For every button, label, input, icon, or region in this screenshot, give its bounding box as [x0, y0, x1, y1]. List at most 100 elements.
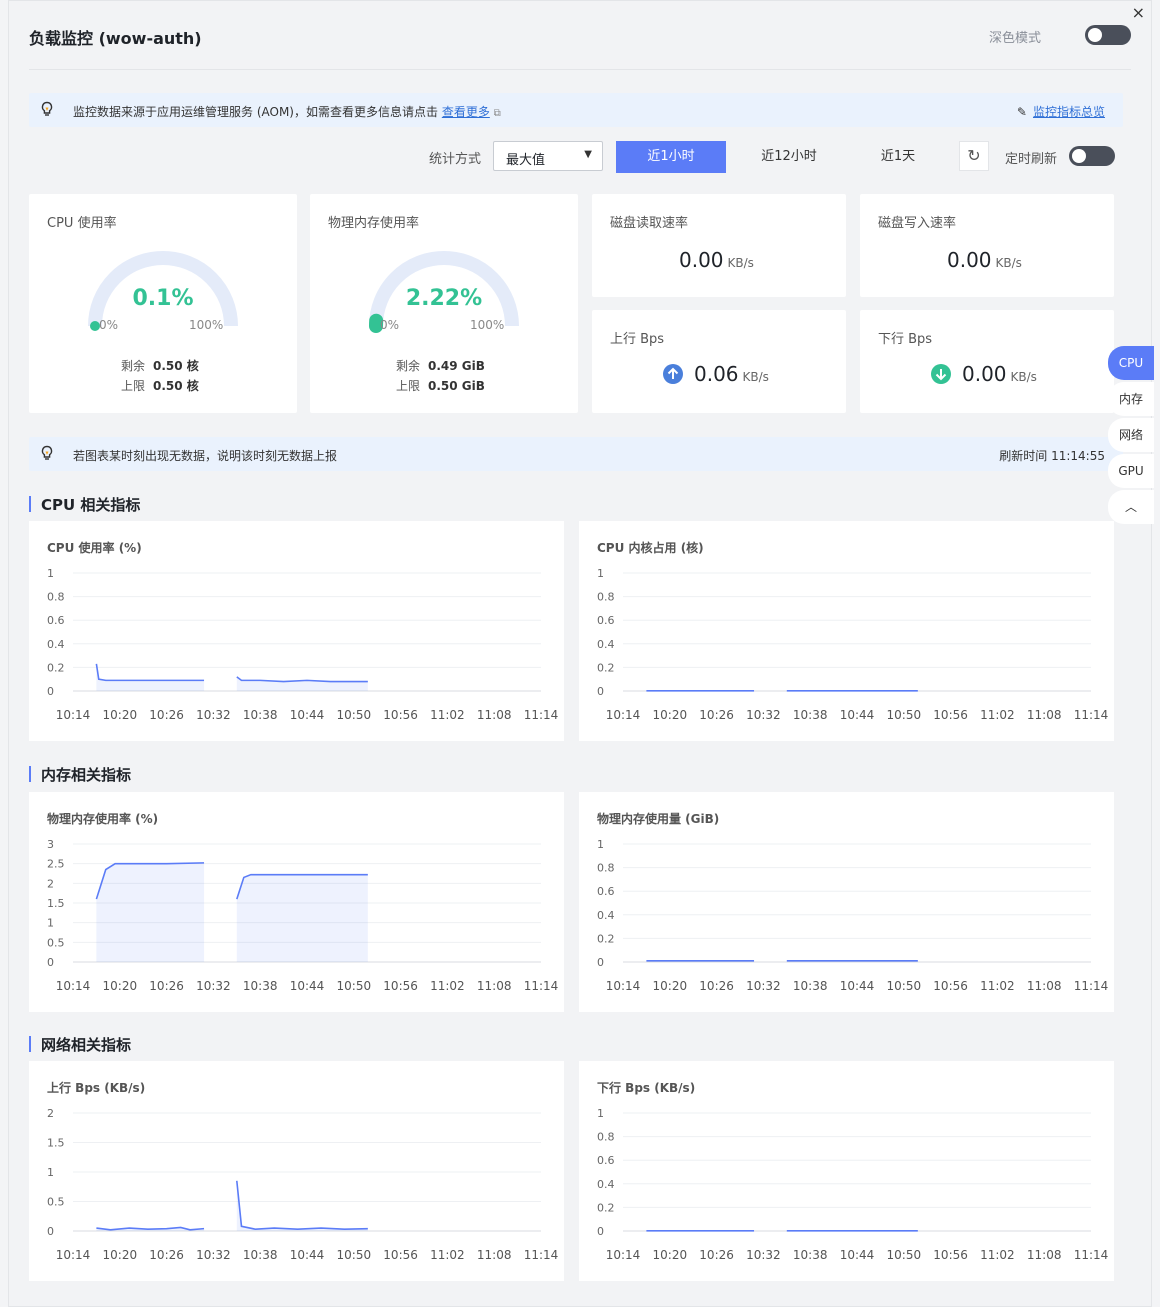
range-12h-button[interactable]: 近12小时 — [734, 141, 844, 173]
x-tick-label: 10:44 — [290, 708, 325, 722]
upstream-chart-card: 上行 Bps (KB/s) 0 0.5 1 1.5 2 10:14 10:20 10:26 10… — [29, 1061, 564, 1281]
y-tick-label: 0.4 — [597, 638, 615, 651]
x-tick-label: 11:14 — [1074, 708, 1109, 722]
y-tick-label: 0.2 — [47, 661, 65, 674]
dark-mode-label: 深色模式 — [988, 31, 1041, 46]
disk-read-title: 磁盘读取速率 — [610, 216, 689, 231]
x-tick-label: 10:20 — [653, 979, 688, 993]
x-tick-label: 10:38 — [243, 708, 278, 722]
x-tick-label: 10:56 — [933, 1248, 968, 1262]
y-tick-label: 0 — [47, 956, 54, 969]
refresh-icon[interactable]: ↻ — [959, 141, 989, 171]
cpu-usage-card-title: CPU 使用率 — [47, 216, 117, 231]
memory-gauge-min: 0% — [380, 318, 400, 332]
cpu-cores-chart: 0 0.2 0.4 0.6 0.8 1 10:14 10:20 10:26 10:32 10:38 1… — [597, 567, 1109, 722]
y-tick-label: 1 — [597, 567, 604, 580]
x-tick-label: 10:26 — [149, 708, 184, 722]
upstream-card: 上行 Bps 0.06 KB/s — [592, 310, 846, 413]
auto-refresh-label: 定时刷新 — [1005, 152, 1058, 167]
x-tick-label: 11:02 — [430, 1248, 465, 1262]
x-tick-label: 10:56 — [933, 979, 968, 993]
series-line — [96, 1226, 205, 1231]
dark-mode-toggle[interactable] — [1085, 25, 1131, 45]
y-tick-label: 1 — [47, 1166, 54, 1179]
cpu-section-title: CPU 相关指标 — [29, 494, 140, 515]
x-tick-label: 11:14 — [1074, 979, 1109, 993]
x-tick-label: 10:20 — [103, 708, 138, 722]
arrow-up-icon — [663, 364, 683, 384]
memory-usage-chart: 0 0.5 1 1.5 2 2.5 3 10:14 10:20 10:26 10:32 10:38 10… — [47, 838, 559, 993]
header-divider — [29, 69, 1131, 70]
x-tick-label: 11:08 — [1027, 708, 1062, 722]
y-tick-label: 0.2 — [597, 932, 615, 945]
y-tick-label: 0.2 — [597, 1201, 615, 1214]
x-tick-label: 10:14 — [606, 708, 641, 722]
lightbulb-icon — [41, 101, 53, 116]
cpu-remain: 剩余 0.50 核 — [121, 359, 199, 373]
x-tick-label: 10:50 — [887, 708, 922, 722]
x-tick-label: 10:50 — [337, 1248, 372, 1262]
y-tick-label: 0.8 — [597, 1131, 615, 1144]
x-tick-label: 10:32 — [746, 1248, 781, 1262]
cpu-cores-chart-card: CPU 内核占用 (核) 0 0.2 0.4 0.6 0.8 1 10:14 10:20 10:… — [579, 521, 1114, 741]
lightbulb-icon — [41, 445, 53, 460]
side-tab-gpu[interactable]: GPU — [1108, 454, 1154, 488]
y-tick-label: 0 — [597, 956, 604, 969]
cpu-usage-chart-card: CPU 使用率 (%) 0 0.2 0.4 0.6 0.8 1 10:14 10:20 10:2… — [29, 521, 564, 741]
x-tick-label: 11:14 — [1074, 1248, 1109, 1262]
downstream-card: 下行 Bps 0.00 KB/s — [860, 310, 1114, 413]
x-tick-label: 10:32 — [196, 708, 231, 722]
network-section-title: 网络相关指标 — [29, 1034, 131, 1055]
scroll-top-icon[interactable]: ︿ — [1108, 490, 1154, 524]
x-tick-label: 11:14 — [524, 708, 559, 722]
series-area — [236, 874, 368, 962]
side-tab-cpu[interactable]: CPU — [1108, 346, 1154, 380]
x-tick-label: 10:26 — [699, 979, 734, 993]
x-tick-label: 10:44 — [840, 979, 875, 993]
y-tick-label: 3 — [47, 838, 54, 851]
side-tab-network[interactable]: 网络 — [1108, 418, 1154, 452]
x-tick-label: 10:38 — [793, 979, 828, 993]
range-1d-button[interactable]: 近1天 — [843, 141, 953, 173]
x-tick-label: 11:08 — [477, 708, 512, 722]
cpu-gauge-max: 100% — [189, 318, 224, 332]
x-tick-label: 11:08 — [477, 979, 512, 993]
y-tick-label: 0 — [47, 685, 54, 698]
x-tick-label: 10:14 — [56, 708, 91, 722]
cpu-usage-card: CPU 使用率 0.1% 0% 100% 剩余 0.50 核 上限 0.50 核 — [29, 194, 297, 413]
y-tick-label: 0.8 — [597, 862, 615, 875]
disk-write-card: 磁盘写入速率 0.00 KB/s — [860, 194, 1114, 297]
x-tick-label: 10:14 — [606, 979, 641, 993]
y-tick-label: 1.5 — [47, 897, 65, 910]
x-tick-label: 11:02 — [980, 1248, 1015, 1262]
aom-notice-text: 监控数据来源于应用运维管理服务 (AOM)，如需查看更多信息请点击 查看更多 ⧉ — [73, 105, 501, 119]
stat-method-select[interactable]: 最大值 ▼ — [493, 141, 603, 171]
x-tick-label: 10:38 — [243, 979, 278, 993]
x-tick-label: 10:50 — [337, 979, 372, 993]
metrics-overview-link[interactable]: ✎ 监控指标总览 — [1017, 103, 1105, 120]
view-more-link[interactable]: 查看更多 — [442, 105, 490, 119]
y-tick-label: 0.6 — [597, 885, 615, 898]
range-1h-button[interactable]: 近1小时 — [616, 141, 726, 173]
x-tick-label: 11:08 — [1027, 1248, 1062, 1262]
y-tick-label: 0.6 — [47, 614, 65, 627]
series-area — [96, 862, 205, 962]
memory-usage-chart-card: 物理内存使用率 (%) 0 0.5 1 1.5 2 2.5 3 10:14 10:20 10:26… — [29, 792, 564, 1012]
x-tick-label: 10:32 — [196, 979, 231, 993]
memory-used-chart: 0 0.2 0.4 0.6 0.8 1 10:14 10:20 10:26 10:32 10:38 1… — [597, 838, 1109, 993]
y-tick-label: 0.5 — [47, 1196, 65, 1209]
y-tick-label: 0.8 — [47, 591, 65, 604]
side-tab-memory[interactable]: 内存 — [1108, 382, 1154, 416]
no-data-notice: 若图表某时刻出现无数据，说明该时刻无数据上报 刷新时间 11:14:55 — [29, 437, 1123, 471]
x-tick-label: 10:50 — [887, 1248, 922, 1262]
close-icon[interactable]: × — [1132, 3, 1145, 22]
downstream-chart: 0 0.2 0.4 0.6 0.8 1 10:14 10:20 10:26 10:32 10:38 1… — [597, 1107, 1109, 1262]
auto-refresh-toggle[interactable] — [1069, 146, 1115, 166]
memory-limit: 上限 0.50 GiB — [396, 379, 485, 393]
x-tick-label: 11:14 — [524, 979, 559, 993]
x-tick-label: 10:38 — [793, 1248, 828, 1262]
series-area — [236, 676, 368, 691]
x-tick-label: 11:02 — [430, 708, 465, 722]
y-tick-label: 1 — [47, 917, 54, 930]
upstream-value: 0.06 KB/s — [694, 362, 769, 386]
